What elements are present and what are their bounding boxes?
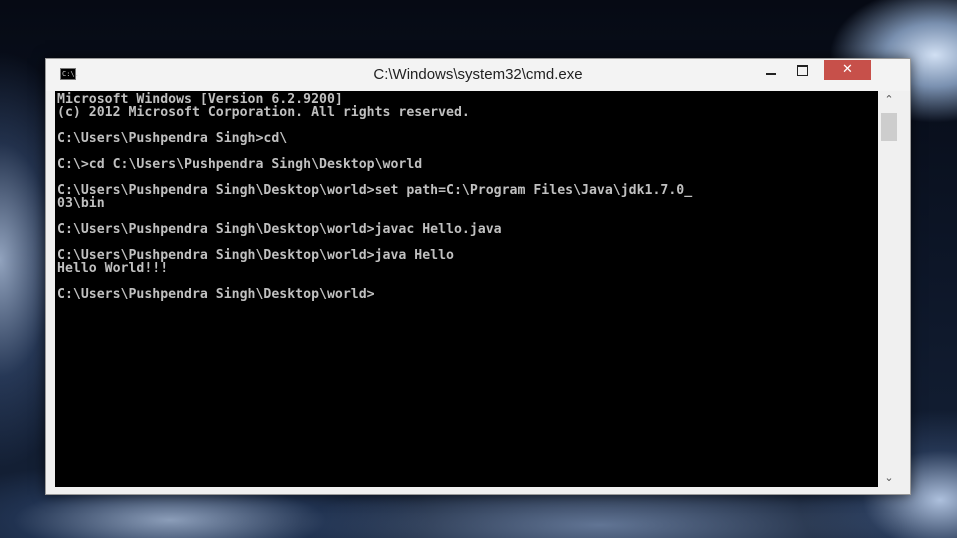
close-icon: ✕ bbox=[842, 62, 853, 77]
console-line: (c) 2012 Microsoft Corporation. All righ… bbox=[57, 105, 470, 120]
console-line: C:\Users\Pushpendra Singh>cd\ bbox=[57, 131, 288, 146]
console-line: C:\Users\Pushpendra Singh\Desktop\world>… bbox=[57, 222, 502, 237]
maximize-button[interactable] bbox=[789, 60, 816, 82]
console-output[interactable]: Microsoft Windows [Version 6.2.9200] (c) … bbox=[55, 91, 878, 487]
console-line: C:\>cd C:\Users\Pushpendra Singh\Desktop… bbox=[57, 157, 423, 172]
console-line: C:\Users\Pushpendra Singh\Desktop\world> bbox=[57, 287, 375, 302]
console-line: 03\bin bbox=[57, 196, 105, 211]
console-line: Hello World!!! bbox=[57, 261, 169, 276]
cmd-window: C:\. C:\Windows\system32\cmd.exe ✕ Micro… bbox=[45, 58, 911, 495]
console-text: Microsoft Windows [Version 6.2.9200] (c) … bbox=[55, 91, 878, 301]
minimize-button[interactable] bbox=[758, 60, 785, 82]
vertical-scrollbar[interactable]: ⌃ ⌄ bbox=[878, 91, 900, 487]
scrollbar-thumb[interactable] bbox=[881, 113, 897, 141]
scroll-up-icon[interactable]: ⌃ bbox=[878, 91, 900, 109]
title-bar[interactable]: C:\. C:\Windows\system32\cmd.exe ✕ bbox=[46, 59, 910, 91]
close-button[interactable]: ✕ bbox=[824, 60, 871, 80]
scroll-down-icon[interactable]: ⌄ bbox=[878, 469, 900, 487]
console-line: C:\Users\Pushpendra Singh\Desktop\world>… bbox=[57, 248, 454, 263]
console-line: C:\Users\Pushpendra Singh\Desktop\world>… bbox=[57, 183, 693, 198]
